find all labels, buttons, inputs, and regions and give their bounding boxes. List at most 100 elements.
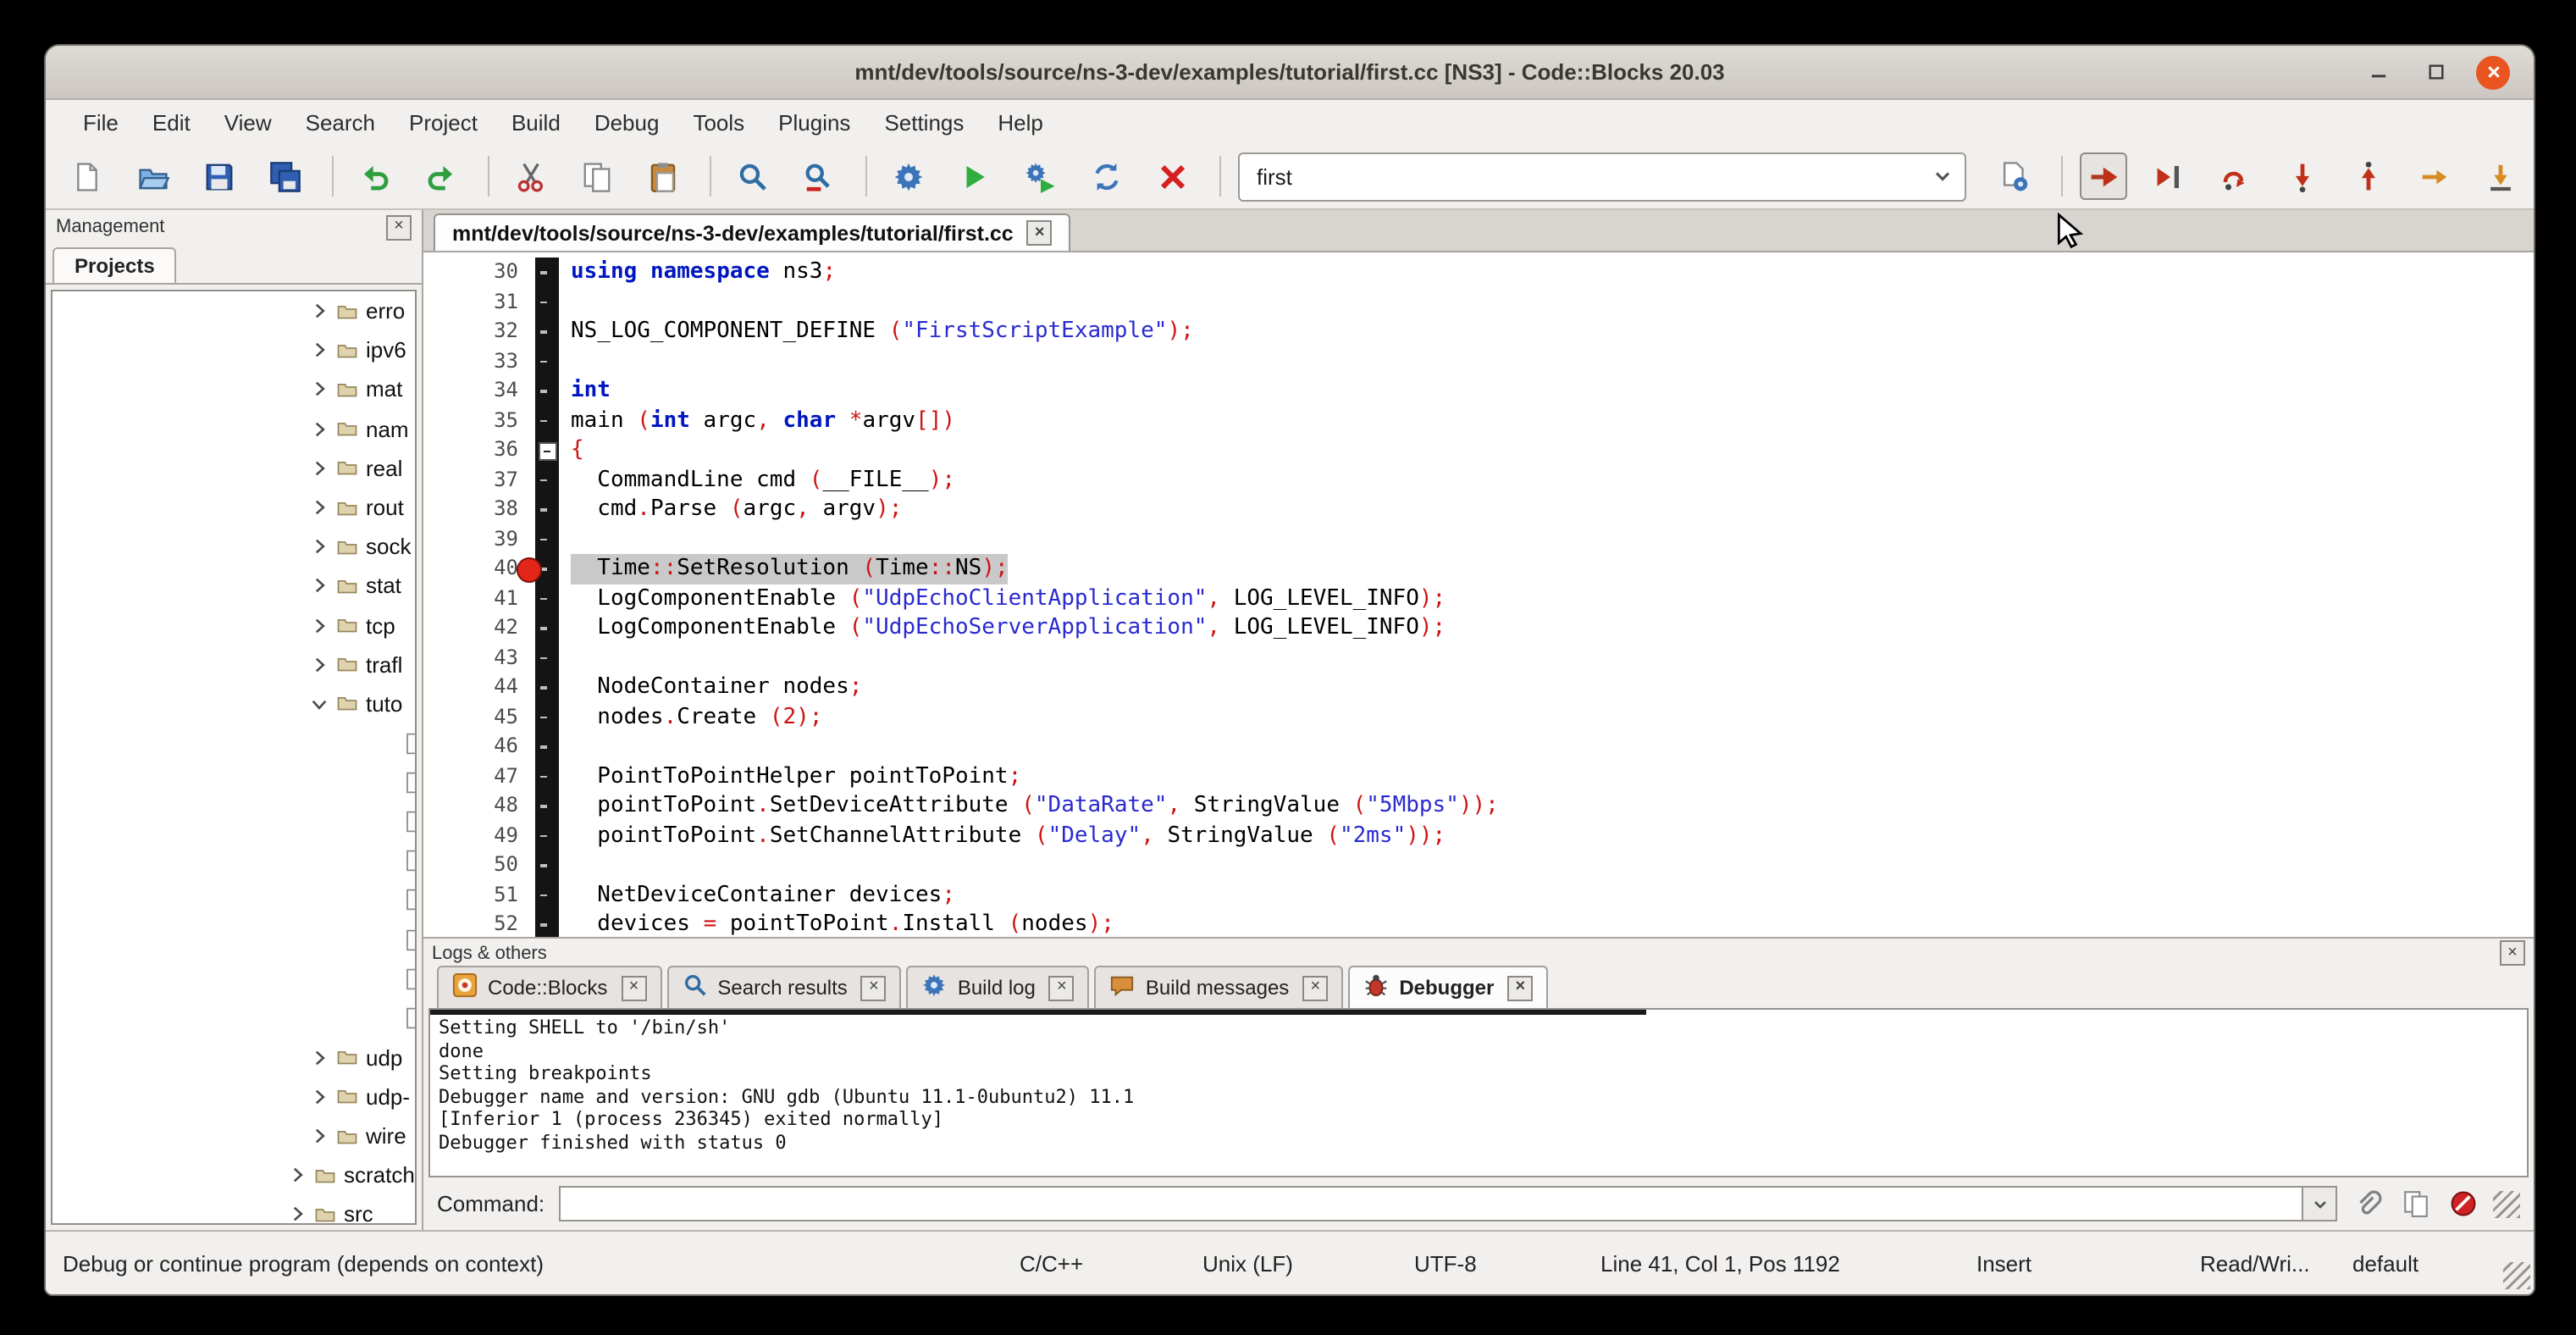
tree-item-se[interactable]: se [53,881,415,920]
attach-icon[interactable] [2351,1187,2385,1221]
save-all-button[interactable] [261,152,308,200]
fold-margin[interactable] [535,643,559,673]
log-tab-debugger[interactable]: Debugger [1348,966,1548,1008]
fold-margin[interactable] [535,317,559,346]
fold-marker-icon[interactable] [539,442,557,461]
chevron-right-icon[interactable] [308,496,330,518]
fold-margin[interactable] [535,821,559,850]
chevron-right-icon[interactable] [308,340,330,362]
tree-item-nam[interactable]: nam [53,409,415,448]
tree-item-se[interactable]: se [53,920,415,959]
find-in-files-button[interactable] [794,152,842,200]
fold-margin[interactable] [535,435,559,465]
fold-margin[interactable] [535,880,559,910]
tab-projects[interactable]: Projects [53,247,177,283]
tree-item-ipv6[interactable]: ipv6 [53,330,415,369]
fold-margin[interactable] [535,376,559,406]
code-editor[interactable]: 30using namespace ns3;3132NS_LOG_COMPONE… [423,252,2534,937]
management-close-icon[interactable] [386,214,412,240]
close-icon[interactable] [2476,55,2510,89]
tree-item-real[interactable]: real [53,449,415,488]
chevron-right-icon[interactable] [286,1204,308,1225]
fold-margin[interactable] [535,524,559,554]
chevron-right-icon[interactable] [308,1125,330,1147]
tree-item-stat[interactable]: stat [53,567,415,606]
fold-margin[interactable] [535,762,559,791]
editor-tab-first-cc[interactable]: mnt/dev/tools/source/ns-3-dev/examples/t… [434,213,1071,251]
tree-item-src[interactable]: src [53,1195,415,1225]
fold-margin[interactable] [535,465,559,495]
tree-item-six[interactable]: six [53,959,415,998]
chevron-right-icon[interactable] [308,1086,330,1108]
menu-tools[interactable]: Tools [676,104,761,140]
chevron-right-icon[interactable] [308,614,330,636]
paste-button[interactable] [638,152,686,200]
step-into-instruction-button[interactable] [2476,152,2523,200]
logs-close-icon[interactable] [2500,940,2525,966]
fold-margin[interactable] [535,732,559,762]
chevron-right-icon[interactable] [308,654,330,676]
menu-build[interactable]: Build [495,104,578,140]
log-tab-build-messages[interactable]: Build messages [1095,966,1343,1008]
rebuild-button[interactable] [1082,152,1130,200]
menu-help[interactable]: Help [981,104,1060,140]
next-instruction-button[interactable] [2410,152,2457,200]
tree-item-udp[interactable]: udp [53,1038,415,1077]
log-tab-search-results[interactable]: Search results [666,966,901,1008]
fold-margin[interactable] [535,495,559,524]
undo-button[interactable] [351,152,398,200]
chevron-right-icon[interactable] [308,379,330,401]
run-to-cursor-button[interactable] [2146,152,2193,200]
editor-tab-close-icon[interactable] [1027,220,1053,246]
log-tab-close-icon[interactable] [1507,975,1533,1000]
fold-margin[interactable] [535,673,559,702]
debug-continue-button[interactable] [2080,152,2127,200]
redo-button[interactable] [417,152,464,200]
minimize-icon[interactable] [2361,55,2395,89]
cut-button[interactable] [506,152,554,200]
tree-item-rout[interactable]: rout [53,488,415,527]
tree-item-fir[interactable]: fir [53,763,415,802]
log-tab-close-icon[interactable] [861,975,887,1000]
open-file-button[interactable] [129,152,176,200]
command-dropdown-icon[interactable] [2303,1186,2337,1221]
tree-item-trafl[interactable]: trafl [53,645,415,684]
log-tab-code-blocks[interactable]: Code::Blocks [437,966,661,1008]
breakpoint-icon[interactable] [517,557,542,583]
build-and-run-button[interactable] [1016,152,1064,200]
log-tab-close-icon[interactable] [621,975,646,1000]
chevron-right-icon[interactable] [286,1164,308,1186]
menu-settings[interactable]: Settings [867,104,981,140]
log-tab-build-log[interactable]: Build log [907,966,1090,1008]
tree-item-udp-[interactable]: udp- [53,1077,415,1116]
save-button[interactable] [195,152,242,200]
menu-plugins[interactable]: Plugins [761,104,867,140]
build-target-combo[interactable]: first [1238,152,1966,201]
tree-item-mat[interactable]: mat [53,370,415,409]
menu-debug[interactable]: Debug [578,104,677,140]
new-file-button[interactable] [63,152,110,200]
tree-item-erro[interactable]: erro [53,291,415,330]
tree-item-fif[interactable]: fif [53,723,415,762]
step-into-button[interactable] [2278,152,2325,200]
menu-search[interactable]: Search [289,104,392,140]
tree-item-th[interactable]: th [53,999,415,1038]
copy-button[interactable] [572,152,620,200]
maximize-icon[interactable] [2418,55,2452,89]
next-line-button[interactable] [2212,152,2259,200]
chevron-right-icon[interactable] [308,300,330,322]
menu-file[interactable]: File [66,104,135,140]
chevron-right-icon[interactable] [308,575,330,597]
menu-edit[interactable]: Edit [135,104,207,140]
find-button[interactable] [728,152,776,200]
chevron-right-icon[interactable] [308,535,330,557]
fold-margin[interactable] [535,258,559,287]
tree-item-tcp[interactable]: tcp [53,606,415,645]
titlebar[interactable]: mnt/dev/tools/source/ns-3-dev/examples/t… [46,46,2534,100]
tree-item-tuto[interactable]: tuto [53,684,415,723]
compile-current-file-button[interactable] [1990,152,2037,200]
tree-item-sock[interactable]: sock [53,527,415,566]
panel-resize-grip[interactable] [2493,1190,2520,1217]
command-input[interactable] [558,1186,2303,1221]
log-tab-close-icon[interactable] [1049,975,1075,1000]
